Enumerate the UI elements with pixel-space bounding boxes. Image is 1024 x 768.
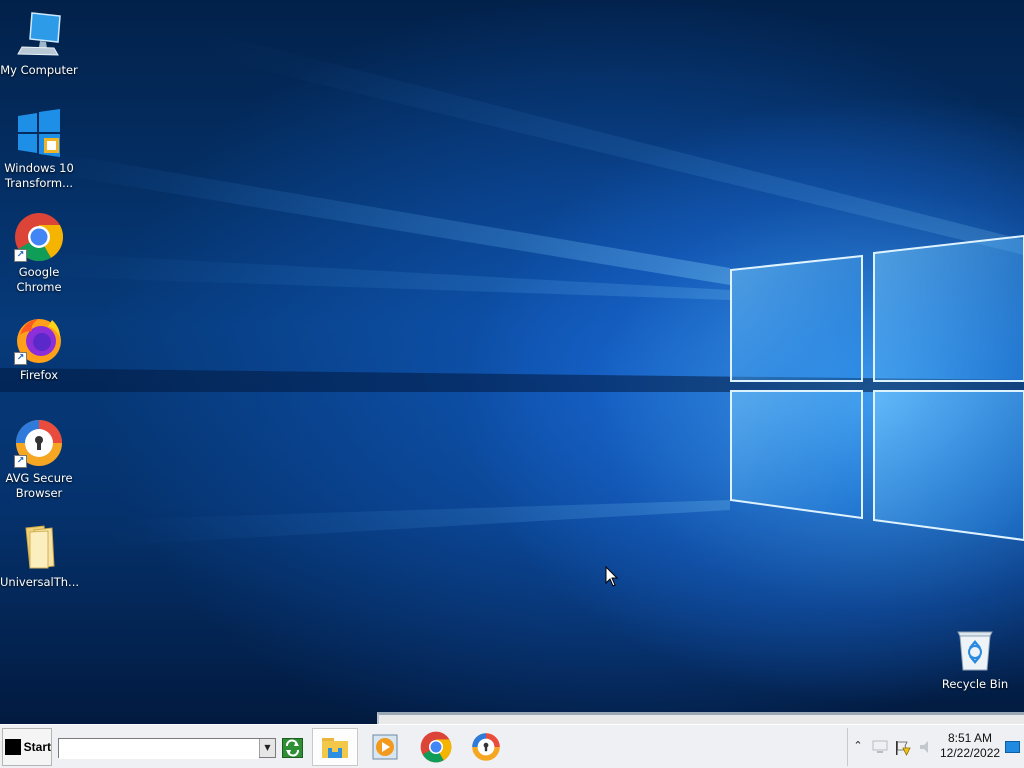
desktop-icon-label: UniversalTh...	[0, 575, 80, 589]
desktop-icon-label: My Computer	[0, 63, 78, 77]
desktop-icon-label: Firefox	[19, 368, 59, 382]
chrome-icon	[420, 731, 452, 763]
start-button[interactable]: Start	[2, 728, 52, 766]
clock-date: 12/22/2022	[940, 746, 1001, 760]
taskbar: Start ▼ ⌃ 8:51 AM 12/22/2022	[0, 724, 1024, 768]
go-button[interactable]	[282, 738, 303, 758]
desktop-icon-label: Windows 10 Transform...	[4, 161, 74, 190]
taskbar-app-media-player[interactable]	[362, 728, 408, 766]
firefox-icon: ↗	[14, 315, 64, 365]
run-command-combobox[interactable]: ▼	[58, 738, 276, 759]
chevron-down-icon[interactable]: ▼	[259, 739, 275, 757]
desktop-icon-label: AVG Secure Browser	[5, 471, 73, 500]
desktop-icon-label: Google Chrome	[16, 265, 62, 294]
taskbar-app-avg-secure-browser[interactable]	[463, 728, 509, 766]
network-icon[interactable]	[872, 740, 888, 754]
folder-icon	[14, 522, 64, 572]
desktop-icon-universalth-folder[interactable]: UniversalTh...	[0, 522, 80, 590]
desktop-icon-my-computer[interactable]: My Computer	[0, 10, 78, 78]
chevron-up-icon[interactable]: ⌃	[852, 739, 864, 752]
desktop-icon-firefox[interactable]: ↗ Firefox	[0, 315, 78, 383]
avg-browser-icon: ↗	[14, 418, 64, 468]
avg-browser-icon	[472, 733, 500, 761]
mouse-cursor-icon	[605, 566, 619, 587]
shortcut-arrow-icon: ↗	[14, 352, 27, 365]
shortcut-arrow-icon: ↗	[14, 455, 27, 468]
start-label: Start	[23, 740, 51, 754]
wallpaper-windows-logo	[0, 30, 1024, 545]
start-logo-icon	[5, 739, 21, 755]
desktop	[0, 0, 1024, 724]
taskbar-app-file-explorer[interactable]	[312, 728, 358, 766]
go-arrows-icon	[286, 739, 299, 757]
windows-logo-icon	[14, 108, 64, 158]
desktop-icon-avg-secure-browser[interactable]: ↗ AVG Secure Browser	[0, 418, 78, 501]
taskbar-app-google-chrome[interactable]	[413, 728, 459, 766]
desktop-icon-recycle-bin[interactable]: Recycle Bin	[936, 624, 1014, 692]
system-tray: ⌃ 8:51 AM 12/22/2022	[847, 728, 1024, 766]
volume-icon[interactable]	[918, 740, 934, 754]
clock-time: 8:51 AM	[947, 731, 993, 745]
desktop-icon-label: Recycle Bin	[941, 677, 1009, 691]
recycle-bin-icon	[950, 624, 1000, 674]
shortcut-arrow-icon: ↗	[14, 249, 27, 262]
show-desktop-icon[interactable]	[1005, 741, 1020, 753]
desktop-icon-windows-10-transform[interactable]: Windows 10 Transform...	[0, 108, 78, 191]
file-explorer-icon	[322, 738, 348, 758]
desktop-icon-google-chrome[interactable]: ↗ Google Chrome	[0, 212, 78, 295]
chrome-icon: ↗	[14, 212, 64, 262]
computer-icon	[14, 10, 64, 60]
run-command-input[interactable]	[59, 741, 259, 759]
media-player-icon	[372, 734, 398, 760]
action-center-flag-icon[interactable]	[894, 740, 912, 756]
taskbar-clock[interactable]: 8:51 AM 12/22/2022	[940, 731, 1000, 761]
